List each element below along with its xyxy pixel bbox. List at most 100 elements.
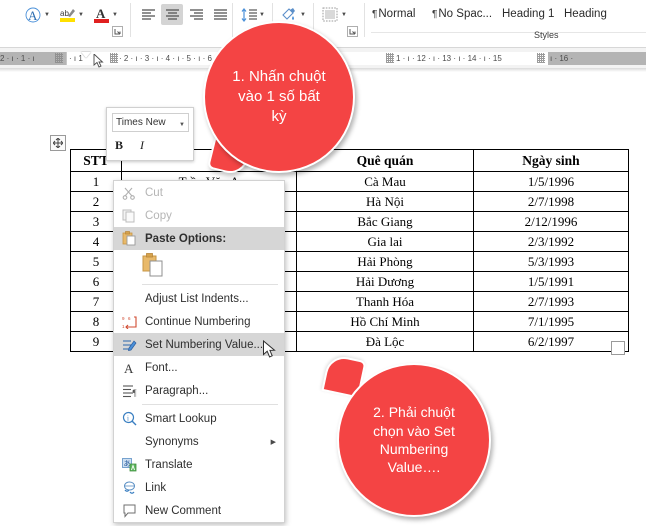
style-label: No Spac... — [438, 8, 493, 20]
font-A-icon: A — [120, 359, 138, 377]
paragraph-icon: ¶ — [120, 382, 138, 400]
menu-item-adjust-list-indents[interactable]: Adjust List Indents... — [114, 287, 284, 310]
borders-caret-icon[interactable]: ▼ — [340, 10, 348, 20]
tab-stop-marker[interactable] — [537, 53, 545, 63]
menu-item-font[interactable]: A Font... — [114, 356, 284, 379]
callout-bubble-2: 2. Phải chuột chọn vào Set Numbering Val… — [337, 363, 491, 517]
cell-que[interactable]: Hồ Chí Minh — [296, 311, 474, 332]
new-comment-icon — [120, 502, 138, 520]
cell-que[interactable]: Gia lai — [296, 231, 474, 252]
callout-bubble-1: 1. Nhấn chuột vào 1 số bất kỳ — [203, 21, 355, 173]
menu-item-link[interactable]: Link — [114, 476, 284, 499]
menu-separator — [142, 284, 278, 285]
style-label: Heading 1 — [502, 8, 555, 20]
ribbon-group-styles: ¶Normal ¶No Spac... Heading 1 Heading — [366, 0, 646, 40]
menu-item-label: Link — [145, 481, 167, 494]
tab-stop-marker[interactable] — [386, 53, 394, 63]
cell-que[interactable]: Bắc Giang — [296, 211, 474, 232]
style-item-no-spacing[interactable]: ¶No Spac... — [432, 0, 492, 28]
continue-numbering-icon: 9 6 1 — [120, 313, 138, 331]
svg-text:i: i — [127, 415, 129, 423]
font-dialog-launcher[interactable] — [112, 26, 123, 37]
style-item-heading-2[interactable]: Heading — [564, 0, 607, 28]
menu-item-translate[interactable]: あ Translate — [114, 453, 284, 476]
menu-item-continue-numbering[interactable]: 9 6 1 Continue Numbering — [114, 310, 284, 333]
text-effects-icon[interactable]: A — [22, 4, 44, 25]
cell-que[interactable]: Hải Phòng — [296, 251, 474, 272]
shading-caret-icon[interactable]: ▼ — [299, 10, 307, 20]
align-right-icon[interactable] — [185, 4, 207, 25]
ruler-ticks-left: 2 · ı · 1 · ı — [0, 54, 35, 63]
cell-ngay[interactable]: 2/3/1992 — [473, 231, 629, 252]
menu-item-paragraph[interactable]: ¶ Paragraph... — [114, 379, 284, 402]
menu-item-paste-options[interactable]: Paste Options: — [114, 227, 284, 250]
menu-item-label: New Comment — [145, 504, 222, 517]
svg-text:ab: ab — [60, 9, 69, 18]
style-item-normal[interactable]: ¶Normal — [372, 0, 415, 28]
menu-item-label: Smart Lookup — [145, 412, 217, 425]
menu-item-label: Cut — [145, 186, 163, 199]
cell-ngay[interactable]: 2/7/1993 — [473, 291, 629, 312]
line-spacing-caret-icon[interactable]: ▼ — [258, 10, 266, 20]
menu-item-smart-lookup[interactable]: i Smart Lookup — [114, 407, 284, 430]
bold-button[interactable]: B — [115, 138, 123, 153]
menu-item-copy[interactable]: Copy — [114, 204, 284, 227]
paste-keep-formatting-icon[interactable] — [142, 253, 166, 284]
line-spacing-icon[interactable] — [238, 4, 260, 25]
styles-divider — [371, 32, 646, 33]
first-line-indent-marker[interactable] — [81, 52, 91, 58]
cell-que[interactable]: Cà Mau — [296, 171, 474, 192]
scissors-icon — [120, 184, 138, 202]
align-justify-icon[interactable] — [209, 4, 231, 25]
copy-icon — [120, 207, 138, 225]
cell-que[interactable]: Thanh Hóa — [296, 291, 474, 312]
cell-ngay[interactable]: 5/3/1993 — [473, 251, 629, 272]
paste-options-gallery — [114, 250, 284, 282]
cell-que[interactable]: Đà Lộc — [296, 331, 474, 352]
menu-item-synonyms[interactable]: Synonyms ▶ — [114, 430, 284, 453]
table-resize-handle[interactable] — [611, 341, 625, 355]
mini-formatting-toolbar: Times New ▼ B I — [106, 107, 194, 161]
styles-group-label: Styles — [534, 30, 559, 40]
cell-ngay[interactable]: 2/7/1998 — [473, 191, 629, 212]
link-icon — [120, 479, 138, 497]
chevron-down-icon[interactable]: ▼ — [179, 117, 185, 131]
text-highlight-icon[interactable]: ab — [56, 4, 78, 25]
cell-que[interactable]: Hà Nội — [296, 191, 474, 212]
font-color-icon[interactable]: A — [90, 4, 112, 25]
menu-item-new-comment[interactable]: New Comment — [114, 499, 284, 522]
ruler-ticks-c: 1 · ı · 12 · ı · 13 · ı · 14 · ı · 15 — [396, 54, 502, 63]
menu-item-label: Set Numbering Value... — [145, 338, 264, 351]
svg-text:A: A — [124, 361, 134, 375]
font-color-caret-icon[interactable]: ▼ — [111, 10, 119, 20]
cell-ngay[interactable]: 2/12/1996 — [473, 211, 629, 232]
pilcrow-icon: ¶ — [372, 9, 378, 20]
borders-icon[interactable] — [319, 4, 341, 25]
table-move-handle[interactable] — [50, 135, 66, 151]
menu-item-cut[interactable]: Cut — [114, 181, 284, 204]
pilcrow-icon: ¶ — [432, 9, 438, 20]
svg-text:9: 9 — [122, 316, 125, 321]
cell-que[interactable]: Hải Dương — [296, 271, 474, 292]
table-header-ngay: Ngày sinh — [473, 149, 629, 172]
menu-item-label: Translate — [145, 458, 193, 471]
cell-ngay[interactable]: 1/5/1991 — [473, 271, 629, 292]
paste-icon — [120, 230, 138, 248]
italic-button[interactable]: I — [140, 138, 144, 153]
menu-item-label: Copy — [145, 209, 172, 222]
text-effects-caret-icon[interactable]: ▼ — [43, 10, 51, 20]
style-label: Normal — [378, 8, 416, 20]
tab-stop-marker[interactable] — [55, 53, 63, 63]
text-highlight-caret-icon[interactable]: ▼ — [77, 10, 85, 20]
font-name-combobox[interactable]: Times New ▼ — [112, 113, 189, 132]
cell-ngay[interactable]: 7/1/1995 — [473, 311, 629, 332]
cell-ngay[interactable]: 1/5/1996 — [473, 171, 629, 192]
cell-ngay[interactable]: 6/2/1997 — [473, 331, 629, 352]
style-item-heading-1[interactable]: Heading 1 — [502, 0, 554, 28]
word-document-screenshot: A ▼ ab ▼ A ▼ ▼ ▼ ▼ ¶Normal ¶No Spac... H… — [0, 0, 646, 526]
align-left-icon[interactable] — [137, 4, 159, 25]
align-center-icon[interactable] — [161, 4, 183, 25]
menu-item-set-numbering-value[interactable]: Set Numbering Value... — [114, 333, 284, 356]
paragraph-dialog-launcher[interactable] — [347, 26, 358, 37]
tab-stop-marker[interactable] — [110, 53, 118, 63]
